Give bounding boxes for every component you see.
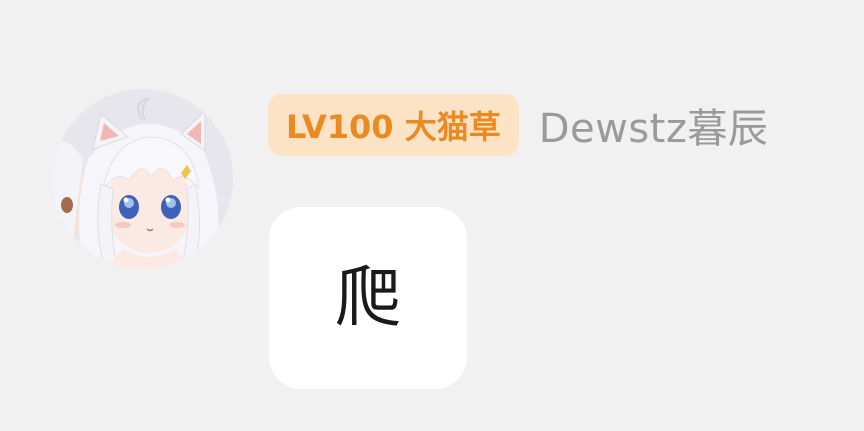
message-bubble[interactable]: 爬 <box>269 207 467 389</box>
chat-message-row: LV100 大猫草 Dewstz暮辰 爬 <box>0 0 864 431</box>
message-header: LV100 大猫草 Dewstz暮辰 <box>268 93 768 157</box>
avatar[interactable] <box>53 89 233 269</box>
message-text: 爬 <box>335 259 401 336</box>
level-badge-text: LV100 大猫草 <box>286 108 501 146</box>
username[interactable]: Dewstz暮辰 <box>539 96 769 154</box>
level-badge: LV100 大猫草 <box>268 94 519 156</box>
anime-cat-girl-avatar-icon <box>53 89 233 269</box>
